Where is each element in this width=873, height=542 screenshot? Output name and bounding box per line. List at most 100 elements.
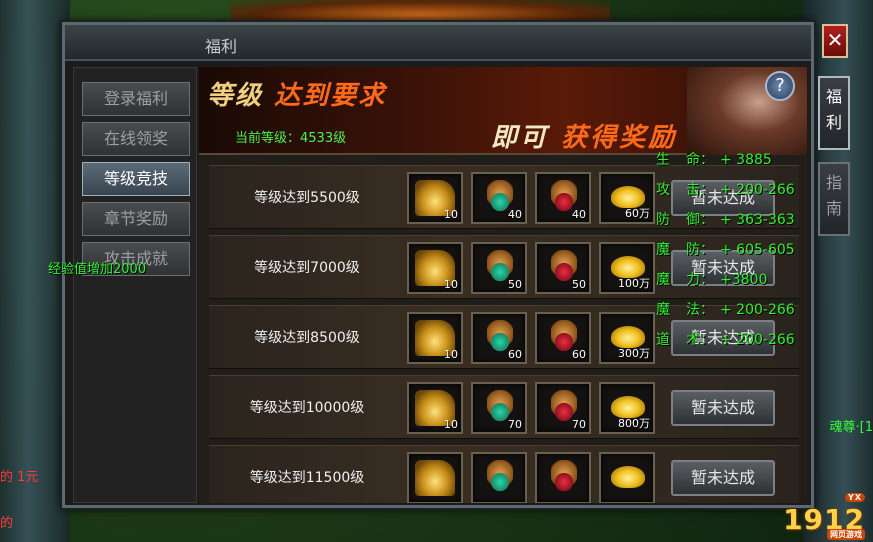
item-slot-red-ring[interactable]: 60: [535, 312, 591, 364]
title-bar[interactable]: 福利: [65, 25, 811, 61]
item-count: 60万: [625, 207, 650, 220]
left-edge-chat-2: 的: [0, 516, 14, 531]
claim-status-button[interactable]: 暂未达成: [671, 460, 775, 496]
reward-row: 等级达到10000级 10 70 70 800万 暂未达成: [209, 375, 799, 439]
stat-value: + 363-363: [720, 212, 795, 228]
right-edge-text: 魂尊·[1: [829, 420, 873, 435]
item-count: 60: [572, 348, 586, 361]
gold-ingot-icon: [611, 466, 645, 488]
item-slot-green-ring[interactable]: [471, 452, 527, 503]
stat-line: 魔力： +3800: [656, 265, 818, 295]
stat-key: 法：: [686, 302, 714, 318]
stat-value: + 200-266: [720, 182, 795, 198]
reward-row: 等级达到11500级 暂未达成: [209, 445, 799, 503]
item-slot-gold[interactable]: 60万: [599, 172, 655, 224]
stat-key: 力：: [686, 272, 714, 288]
item-slot-red-ring[interactable]: 50: [535, 242, 591, 294]
item-slot-green-ring[interactable]: 70: [471, 382, 527, 434]
stat-line: 生命： + 3885: [656, 145, 818, 175]
green-gem-ring-icon: [487, 460, 513, 494]
banner-reward-text: 即可 获得奖励: [491, 123, 678, 153]
item-count: 60: [508, 348, 522, 361]
item-slot-red-ring[interactable]: 70: [535, 382, 591, 434]
item-slot-gold[interactable]: 300万: [599, 312, 655, 364]
stat-key: 攻: [656, 182, 670, 198]
item-slot-gold[interactable]: 100万: [599, 242, 655, 294]
red-gem-ring-icon: [551, 460, 577, 494]
side-tab-welfare[interactable]: 福利: [818, 76, 850, 150]
current-level-text: 当前等级：4533级: [235, 131, 347, 146]
item-slot-horse[interactable]: 10: [407, 242, 463, 294]
sidebar-nav: 登录福利 在线领奖 等级竞技 章节奖励 攻击成就: [73, 67, 197, 503]
item-slot-gold[interactable]: 800万: [599, 382, 655, 434]
stat-line: 攻击： + 200-266: [656, 175, 818, 205]
stat-value: + 200-266: [720, 302, 795, 318]
stat-line: 防御： + 363-363: [656, 205, 818, 235]
window-title: 福利: [205, 37, 238, 56]
stat-key: 道: [656, 332, 670, 348]
item-slot-gold[interactable]: [599, 452, 655, 503]
close-button[interactable]: ✕: [822, 24, 848, 58]
stat-key: 防: [656, 212, 670, 228]
stat-value: + 200-266: [720, 332, 795, 348]
item-count: 10: [444, 208, 458, 221]
item-slot-horse[interactable]: [407, 452, 463, 503]
item-count: 100万: [618, 277, 650, 290]
item-count: 70: [572, 418, 586, 431]
attribute-bonus-overlay: 生命： + 3885 攻击： + 200-266 防御： + 363-363 魔防： +…: [656, 145, 818, 355]
help-icon[interactable]: ?: [765, 71, 795, 101]
item-slot-red-ring[interactable]: [535, 452, 591, 503]
golden-horse-icon: [415, 460, 455, 496]
item-slot-horse[interactable]: 10: [407, 382, 463, 434]
item-slot-horse[interactable]: 10: [407, 172, 463, 224]
item-slot-red-ring[interactable]: 40: [535, 172, 591, 224]
row-level-requirement: 等级达到5500级: [254, 190, 360, 206]
row-level-requirement: 等级达到8500级: [254, 330, 360, 346]
item-count: 10: [444, 278, 458, 291]
site-logo: 1912 YX 网页游戏: [783, 493, 865, 540]
stat-key: 御：: [686, 212, 714, 228]
claim-status-button[interactable]: 暂未达成: [671, 390, 775, 426]
left-edge-chat-1: 的 1元: [0, 470, 39, 485]
stat-key: 命：: [686, 152, 714, 168]
logo-subtitle: 网页游戏: [827, 529, 865, 540]
row-level-requirement: 等级达到7000级: [254, 260, 360, 276]
item-count: 300万: [618, 347, 650, 360]
item-slot-horse[interactable]: 10: [407, 312, 463, 364]
stat-value: +3800: [720, 272, 768, 288]
row-level-requirement: 等级达到11500级: [249, 470, 365, 486]
item-count: 800万: [618, 417, 650, 430]
stat-line: 道术： + 200-266: [656, 325, 818, 355]
side-tab-guide[interactable]: 指南: [818, 162, 850, 236]
nav-chapter-reward[interactable]: 章节奖励: [82, 202, 190, 236]
stat-key: 术：: [686, 332, 714, 348]
stat-line: 魔法： + 200-266: [656, 295, 818, 325]
stat-line: 魔防： + 605-605: [656, 235, 818, 265]
stat-key: 生: [656, 152, 670, 168]
item-slot-green-ring[interactable]: 60: [471, 312, 527, 364]
item-count: 50: [508, 278, 522, 291]
item-slot-green-ring[interactable]: 50: [471, 242, 527, 294]
item-count: 10: [444, 348, 458, 361]
stat-value: + 3885: [720, 152, 772, 168]
stat-key: 防：: [686, 242, 714, 258]
nav-level-competition[interactable]: 等级竞技: [82, 162, 190, 196]
stat-key: 魔: [656, 272, 670, 288]
logo-tag: YX: [845, 493, 865, 502]
stat-key: 魔: [656, 302, 670, 318]
item-count: 10: [444, 418, 458, 431]
stat-value: + 605-605: [720, 242, 795, 258]
item-count: 40: [572, 208, 586, 221]
item-count: 50: [572, 278, 586, 291]
stat-key: 魔: [656, 242, 670, 258]
item-slot-green-ring[interactable]: 40: [471, 172, 527, 224]
stat-key: 击：: [686, 182, 714, 198]
banner-title: 等级 达到要求: [207, 81, 387, 111]
item-count: 70: [508, 418, 522, 431]
item-count: 40: [508, 208, 522, 221]
nav-login-reward[interactable]: 登录福利: [82, 82, 190, 116]
exp-gain-note: 经验值增加2000: [48, 262, 147, 277]
row-level-requirement: 等级达到10000级: [249, 400, 365, 416]
level-banner: 等级 达到要求 当前等级：4533级 即可 获得奖励 ?: [199, 67, 807, 155]
nav-online-reward[interactable]: 在线领奖: [82, 122, 190, 156]
